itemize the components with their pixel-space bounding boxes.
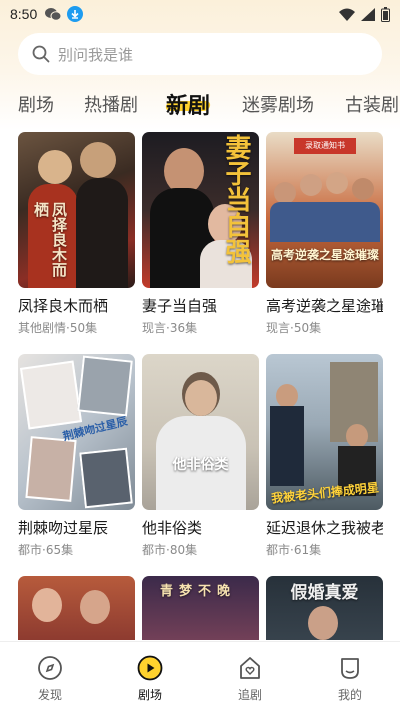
status-system-icons <box>339 6 390 22</box>
drama-meta: 都市·65集 <box>18 543 74 557</box>
drama-card[interactable]: 荆棘吻过星辰 荆棘吻过星辰 都市·65集 <box>18 354 135 558</box>
drama-card[interactable]: 凤择良木而栖 凤择良木而栖 其他剧情·50集 <box>18 132 135 336</box>
drama-meta: 都市·61集 <box>266 543 322 557</box>
battery-icon <box>381 6 390 22</box>
play-icon <box>137 655 163 681</box>
drama-card[interactable]: 录取通知书 高考逆袭之星途璀璨 高考逆袭之星途璀璨 现言·50集 <box>266 132 383 336</box>
nav-theater[interactable]: 剧场 <box>100 642 200 703</box>
drama-card[interactable]: 假婚真爱 <box>266 576 383 640</box>
drama-poster[interactable]: 荆棘吻过星辰 <box>18 354 135 510</box>
drama-card[interactable]: 我被老头们捧成明星 延迟退休之我被老头们捧成明星 都市·61集 <box>266 354 383 558</box>
drama-title: 延迟退休之我被老头们捧成明星 <box>266 519 383 537</box>
drama-meta: 现言·50集 <box>266 321 322 335</box>
poster-title: 他非俗类 <box>172 457 229 473</box>
drama-poster[interactable]: 录取通知书 高考逆袭之星途璀璨 <box>266 132 383 288</box>
nav-profile[interactable]: 我的 <box>300 642 400 703</box>
tab-new[interactable]: 新剧 <box>166 84 210 124</box>
search-icon <box>32 45 50 63</box>
nav-label: 我的 <box>337 688 362 702</box>
wifi-icon <box>339 8 355 21</box>
drama-poster[interactable]: 我被老头们捧成明星 <box>266 354 383 510</box>
drama-poster[interactable]: 凤择良木而栖 <box>18 132 135 288</box>
download-icon <box>67 6 84 22</box>
drama-title: 凤择良木而栖 <box>18 297 109 315</box>
signal-icon <box>361 7 375 21</box>
status-bar: 8:50 <box>0 0 400 28</box>
tab-costume[interactable]: 古装剧 <box>345 84 399 124</box>
drama-meta: 现言·36集 <box>142 321 198 335</box>
drama-title: 妻子当自强 <box>142 297 218 315</box>
nav-label: 发现 <box>37 688 62 702</box>
drama-title: 荆棘吻过星辰 <box>18 519 109 537</box>
poster-title: 假婚真爱 <box>290 583 359 603</box>
nav-label: 剧场 <box>137 688 162 702</box>
poster-tag: 录取通知书 <box>294 138 356 154</box>
drama-grid: 凤择良木而栖 凤择良木而栖 其他剧情·50集 妻子当自强 妻子当自强 现言·36… <box>0 132 400 640</box>
nav-discover[interactable]: 发现 <box>0 642 100 703</box>
tab-mystery[interactable]: 迷雾剧场 <box>242 84 314 124</box>
bottom-navigation: 发现 剧场 追剧 我的 <box>0 641 400 711</box>
wechat-icon <box>45 8 62 21</box>
drama-poster[interactable]: 他非俗类 <box>142 354 259 510</box>
profile-icon <box>341 658 359 679</box>
poster-title: 妻子当自强 <box>221 134 251 264</box>
search-input[interactable]: 别问我是谁 <box>58 44 133 65</box>
category-tabs: 剧场 热播剧 新剧 迷雾剧场 古装剧 <box>0 84 400 124</box>
poster-title: 青梦不晚 <box>160 584 237 599</box>
drama-title: 高考逆袭之星途璀璨 <box>266 297 383 315</box>
drama-meta: 其他剧情·50集 <box>18 321 98 335</box>
drama-poster[interactable]: 妻子当自强 <box>142 132 259 288</box>
drama-title: 他非俗类 <box>142 519 203 537</box>
drama-card[interactable]: 他非俗类 他非俗类 都市·80集 <box>142 354 259 558</box>
drama-poster[interactable]: 青梦不晚 <box>142 576 259 640</box>
drama-poster[interactable] <box>18 576 135 640</box>
tab-hot[interactable]: 热播剧 <box>84 84 138 124</box>
status-time: 8:50 <box>10 6 38 22</box>
heart-house-icon <box>240 657 260 679</box>
nav-follow[interactable]: 追剧 <box>200 642 300 703</box>
poster-title: 高考逆袭之星途璀璨 <box>270 248 379 262</box>
poster-title: 凤择良木而栖 <box>32 202 68 277</box>
nav-label: 追剧 <box>237 688 262 702</box>
tab-theater[interactable]: 剧场 <box>18 84 54 124</box>
drama-poster[interactable]: 假婚真爱 <box>266 576 383 640</box>
status-notification-icons <box>45 6 84 22</box>
drama-meta: 都市·80集 <box>142 543 198 557</box>
drama-card[interactable]: 青梦不晚 <box>142 576 259 640</box>
compass-icon <box>38 656 62 680</box>
drama-card[interactable] <box>18 576 135 640</box>
drama-card[interactable]: 妻子当自强 妻子当自强 现言·36集 <box>142 132 259 336</box>
search-bar[interactable]: 别问我是谁 <box>18 33 382 75</box>
